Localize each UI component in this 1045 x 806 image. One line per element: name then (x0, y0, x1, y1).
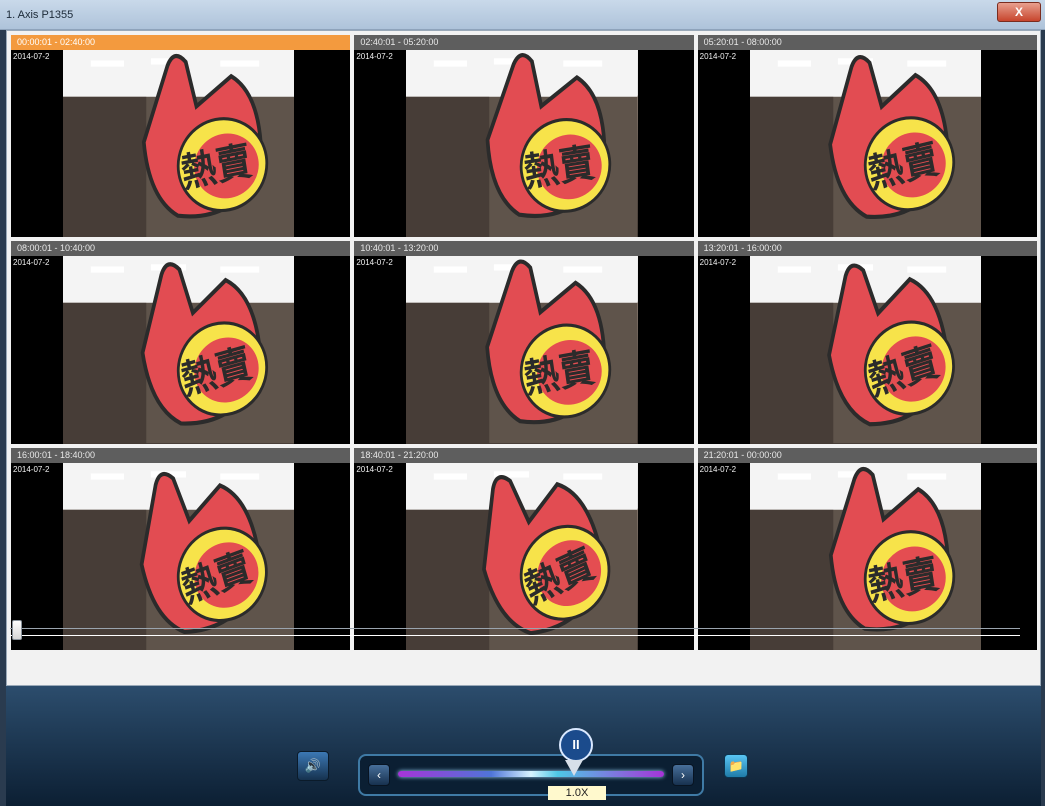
playback-panel: 00:00:01 - 02:40:00 2014-07-2 熱賣 02:40:0… (6, 30, 1041, 686)
tile-time-range: 10:40:01 - 13:20:00 (354, 241, 694, 257)
pause-button[interactable]: II (559, 728, 593, 762)
camera-snapshot: 熱賣 (406, 50, 638, 238)
tile-date: 2014-07-2 (13, 258, 50, 268)
tile-time-range: 08:00:01 - 10:40:00 (11, 241, 351, 257)
tile-time-range: 02:40:01 - 05:20:00 (354, 35, 694, 50)
tile-date: 2014-07-2 (13, 464, 50, 474)
tile-time-range: 05:20:01 - 08:00:00 (697, 35, 1037, 50)
video-tile-2[interactable]: 02:40:01 - 05:20:00 2014-07-2 熱賣 (354, 35, 694, 238)
tile-date: 2014-07-2 (13, 52, 50, 61)
tile-time-range: 13:20:01 - 16:00:00 (697, 241, 1037, 257)
chevron-left-icon: ‹ (377, 768, 381, 782)
speed-label: 1.0X (548, 786, 606, 800)
camera-snapshot: 熱賣 (63, 50, 295, 238)
slower-button[interactable]: ‹ (368, 764, 390, 786)
window-title: 1. Axis P1355 (6, 9, 74, 21)
tile-date: 2014-07-2 (356, 258, 393, 268)
camera-snapshot: 熱賣 (749, 256, 981, 444)
speaker-icon: 🔊 (304, 758, 322, 773)
timeline-scrubber[interactable] (10, 628, 1020, 636)
tile-date: 2014-07-2 (356, 464, 393, 474)
open-folder-button[interactable]: 📁 (724, 754, 748, 778)
faster-button[interactable]: › (672, 764, 694, 786)
chevron-right-icon: › (681, 768, 685, 782)
video-tile-1[interactable]: 00:00:01 - 02:40:00 2014-07-2 熱賣 (11, 35, 351, 238)
tile-time-range: 21:20:01 - 00:00:00 (697, 447, 1037, 463)
tile-date: 2014-07-2 (699, 52, 737, 61)
speed-slider[interactable] (398, 771, 664, 777)
tile-time-range: 16:00:01 - 18:40:00 (11, 447, 351, 463)
title-bar: 1. Axis P1355 X (0, 0, 1045, 30)
pause-icon: II (572, 737, 580, 752)
camera-snapshot: 熱賣 (749, 462, 981, 650)
tile-date: 2014-07-2 (699, 464, 737, 474)
folder-icon: 📁 (728, 759, 744, 773)
video-grid: 00:00:01 - 02:40:00 2014-07-2 熱賣 02:40:0… (11, 35, 1037, 650)
video-tile-5[interactable]: 10:40:01 - 13:20:00 2014-07-2 熱賣 (354, 241, 694, 444)
timeline-handle[interactable] (12, 620, 22, 640)
video-tile-4[interactable]: 08:00:01 - 10:40:00 2014-07-2 熱賣 (11, 241, 351, 444)
video-tile-6[interactable]: 13:20:01 - 16:00:00 2014-07-2 熱賣 (697, 241, 1037, 444)
camera-snapshot: 熱賣 (749, 50, 981, 238)
camera-snapshot: 熱賣 (63, 256, 295, 444)
video-tile-9[interactable]: 21:20:01 - 00:00:00 2014-07-2 熱賣 (697, 447, 1037, 650)
volume-button[interactable]: 🔊 (297, 751, 329, 781)
video-tile-7[interactable]: 16:00:01 - 18:40:00 2014-07-2 熱賣 (11, 447, 351, 650)
tile-date: 2014-07-2 (356, 52, 393, 61)
tile-time-range: 18:40:01 - 21:20:00 (354, 447, 694, 463)
close-button[interactable]: X (997, 2, 1041, 22)
speed-pointer (565, 760, 583, 776)
tile-date: 2014-07-2 (699, 258, 737, 268)
camera-snapshot: 熱賣 (406, 256, 638, 444)
camera-snapshot: 熱賣 (63, 462, 295, 650)
playback-controls: 🔊 ‹ › II 1.0X 📁 (6, 686, 1041, 806)
tile-time-range: 00:00:01 - 02:40:00 (11, 35, 351, 50)
speed-control: ‹ › (358, 754, 704, 796)
video-tile-3[interactable]: 05:20:01 - 08:00:00 2014-07-2 熱賣 (697, 35, 1037, 238)
video-tile-8[interactable]: 18:40:01 - 21:20:00 2014-07-2 熱賣 (354, 447, 694, 650)
camera-snapshot: 熱賣 (406, 462, 638, 650)
